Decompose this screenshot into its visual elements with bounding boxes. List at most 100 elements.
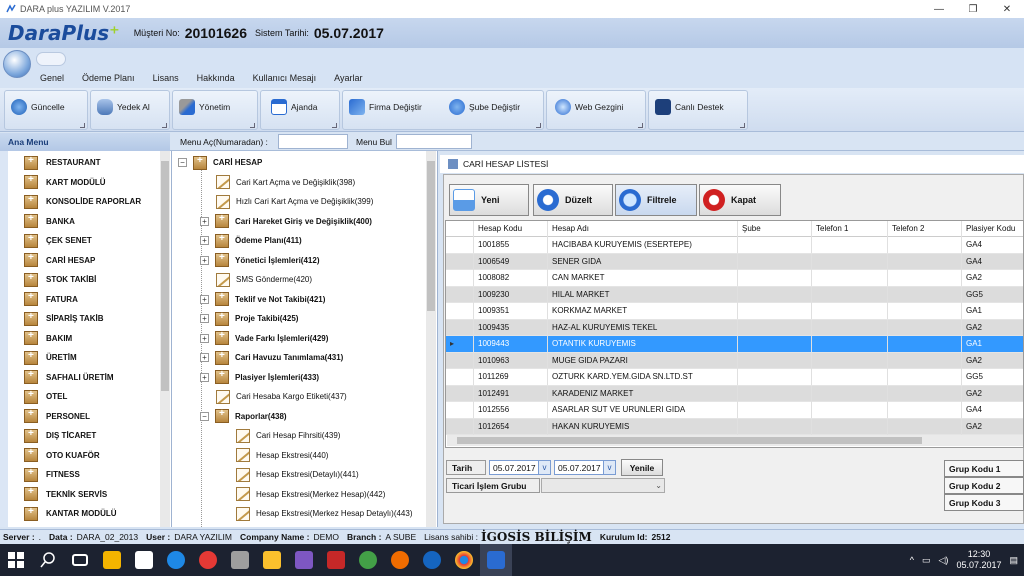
tab-hakkinda[interactable]: Hakkında: [197, 73, 235, 83]
table-cell[interactable]: [738, 237, 812, 253]
tree-node[interactable]: + Proje Takibi(425): [200, 309, 298, 329]
group-code-2-button[interactable]: Grup Kodu 2: [944, 477, 1024, 494]
live-support-button[interactable]: Canlı Destek: [655, 99, 724, 115]
table-cell[interactable]: [888, 303, 962, 319]
table-cell[interactable]: GA2: [962, 419, 1023, 435]
table-cell[interactable]: [888, 336, 962, 352]
group-launcher-icon[interactable]: [250, 123, 255, 128]
tree-node[interactable]: Cari Hesap Fihrsiti(439): [236, 426, 340, 446]
left-menu-item[interactable]: OTO KUAFÖR: [8, 446, 100, 466]
table-cell[interactable]: 1009435: [474, 319, 548, 336]
table-cell[interactable]: 1009230: [474, 286, 548, 303]
manage-button[interactable]: Yönetim: [179, 99, 230, 115]
table-cell[interactable]: KARADENIZ MARKET: [548, 385, 738, 402]
row-indicator[interactable]: [446, 286, 474, 303]
table-cell[interactable]: [888, 418, 962, 435]
collapse-icon[interactable]: −: [178, 158, 187, 168]
table-row[interactable]: 1012654 HAKAN KURUYEMIS GA2: [446, 418, 1023, 435]
left-menu-item[interactable]: KONSOLİDE RAPORLAR: [8, 192, 141, 212]
scrollbar-thumb[interactable]: [427, 161, 435, 311]
tree-node[interactable]: + Ödeme Planı(411): [200, 231, 302, 251]
tree-node[interactable]: Hızlı Cari Kart Açma ve Değişiklik(399): [216, 192, 373, 212]
table-cell[interactable]: GA2: [962, 353, 1023, 369]
left-menu-item[interactable]: OTEL: [8, 387, 67, 407]
table-row[interactable]: 1011269 OZTURK KARD.YEM.GIDA SN.LTD.ST GG5: [446, 369, 1023, 386]
row-indicator[interactable]: [446, 237, 474, 253]
table-cell[interactable]: [812, 237, 888, 253]
table-cell[interactable]: SENER GIDA: [548, 253, 738, 270]
table-cell[interactable]: [738, 336, 812, 352]
left-menu-item[interactable]: BANKA: [8, 212, 75, 232]
table-cell[interactable]: [888, 319, 962, 336]
row-indicator[interactable]: [446, 319, 474, 336]
table-cell[interactable]: 1008082: [474, 270, 548, 286]
column-header[interactable]: Şube: [738, 221, 812, 237]
table-row[interactable]: 1001855 HACIBABA KURUYEMIS (ESERTEPE) GA4: [446, 237, 1023, 254]
table-cell[interactable]: ASARLAR SUT VE URUNLERI GIDA: [548, 402, 738, 418]
left-menu-item[interactable]: PERSONEL: [8, 407, 90, 427]
left-menu-item[interactable]: DIŞ TİCARET: [8, 426, 96, 446]
table-cell[interactable]: [888, 286, 962, 303]
group-launcher-icon[interactable]: [332, 123, 337, 128]
table-cell[interactable]: [738, 303, 812, 319]
scrollbar-thumb[interactable]: [457, 437, 922, 444]
table-row[interactable]: 1009435 HAZ-AL KURUYEMIS TEKEL GA2: [446, 319, 1023, 336]
table-cell[interactable]: [812, 369, 888, 385]
table-row[interactable]: 1012556 ASARLAR SUT VE URUNLERI GIDA GA4: [446, 402, 1023, 419]
refresh-button[interactable]: Yenile: [621, 459, 663, 476]
left-menu-item[interactable]: KANTAR MODÜLÜ: [8, 504, 117, 524]
grid-horizontal-scrollbar[interactable]: [447, 435, 1023, 446]
change-branch-button[interactable]: Şube Değiştir: [449, 99, 520, 115]
taskbar-app-android[interactable]: [352, 544, 384, 576]
table-cell[interactable]: GA2: [962, 386, 1023, 402]
tree-scrollbar[interactable]: [426, 151, 436, 527]
tree-node[interactable]: + Cari Havuzu Tanımlama(431): [200, 348, 343, 368]
table-cell[interactable]: [738, 253, 812, 270]
expand-icon[interactable]: +: [200, 353, 209, 363]
tab-genel[interactable]: Genel: [40, 73, 64, 83]
table-cell[interactable]: 1011269: [474, 369, 548, 385]
start-button[interactable]: [0, 544, 32, 576]
left-menu-item[interactable]: FITNESS: [8, 465, 80, 485]
accounts-grid[interactable]: Hesap Kodu Hesap Adı Şube Telefon 1 Tele…: [445, 220, 1024, 448]
tree-node[interactable]: + Cari Hareket Giriş ve Değişiklik(400): [200, 212, 372, 232]
table-cell[interactable]: KORKMAZ MARKET: [548, 303, 738, 319]
tab-ayarlar[interactable]: Ayarlar: [334, 73, 362, 83]
tree-node[interactable]: − Raporlar(438): [200, 407, 287, 427]
quick-access-toolbar[interactable]: [36, 52, 66, 66]
column-header[interactable]: Hesap Adı: [548, 221, 738, 237]
new-button[interactable]: Yeni: [449, 184, 529, 216]
edit-button[interactable]: Düzelt: [533, 184, 613, 216]
table-cell[interactable]: [888, 369, 962, 385]
left-menu-item[interactable]: KART MODÜLÜ: [8, 173, 106, 193]
table-cell[interactable]: [812, 319, 888, 336]
taskbar-app-firefox[interactable]: [384, 544, 416, 576]
taskbar-app-explorer[interactable]: [256, 544, 288, 576]
tree-node-root[interactable]: − CARİ HESAP: [178, 153, 262, 173]
taskbar-app-visual-studio[interactable]: [288, 544, 320, 576]
tab-kullanici-mesaji[interactable]: Kullanıcı Mesajı: [253, 73, 317, 83]
application-orb-button[interactable]: [3, 50, 31, 78]
group-launcher-icon[interactable]: [638, 123, 643, 128]
tree-node[interactable]: + Plasiyer İşlemleri(433): [200, 368, 319, 388]
table-cell[interactable]: 1006549: [474, 253, 548, 270]
row-indicator[interactable]: [446, 402, 474, 418]
table-cell[interactable]: [888, 237, 962, 253]
update-button[interactable]: Güncelle: [11, 99, 65, 115]
expand-icon[interactable]: +: [200, 314, 209, 324]
table-cell[interactable]: [738, 352, 812, 369]
table-cell[interactable]: [812, 336, 888, 352]
table-cell[interactable]: [812, 418, 888, 435]
notifications-icon[interactable]: ▤: [1009, 555, 1018, 566]
table-cell[interactable]: GA4: [962, 237, 1023, 253]
tree-node[interactable]: + Teklif ve Not Takibi(421): [200, 290, 325, 310]
table-cell[interactable]: [888, 385, 962, 402]
table-cell[interactable]: [812, 352, 888, 369]
expand-icon[interactable]: +: [200, 333, 209, 343]
table-cell[interactable]: GG5: [962, 287, 1023, 303]
group-launcher-icon[interactable]: [536, 123, 541, 128]
minimize-button[interactable]: —: [922, 0, 956, 18]
tree-node[interactable]: SMS Gönderme(420): [216, 270, 312, 290]
table-cell[interactable]: [812, 402, 888, 418]
menu-find-input[interactable]: [396, 134, 472, 149]
